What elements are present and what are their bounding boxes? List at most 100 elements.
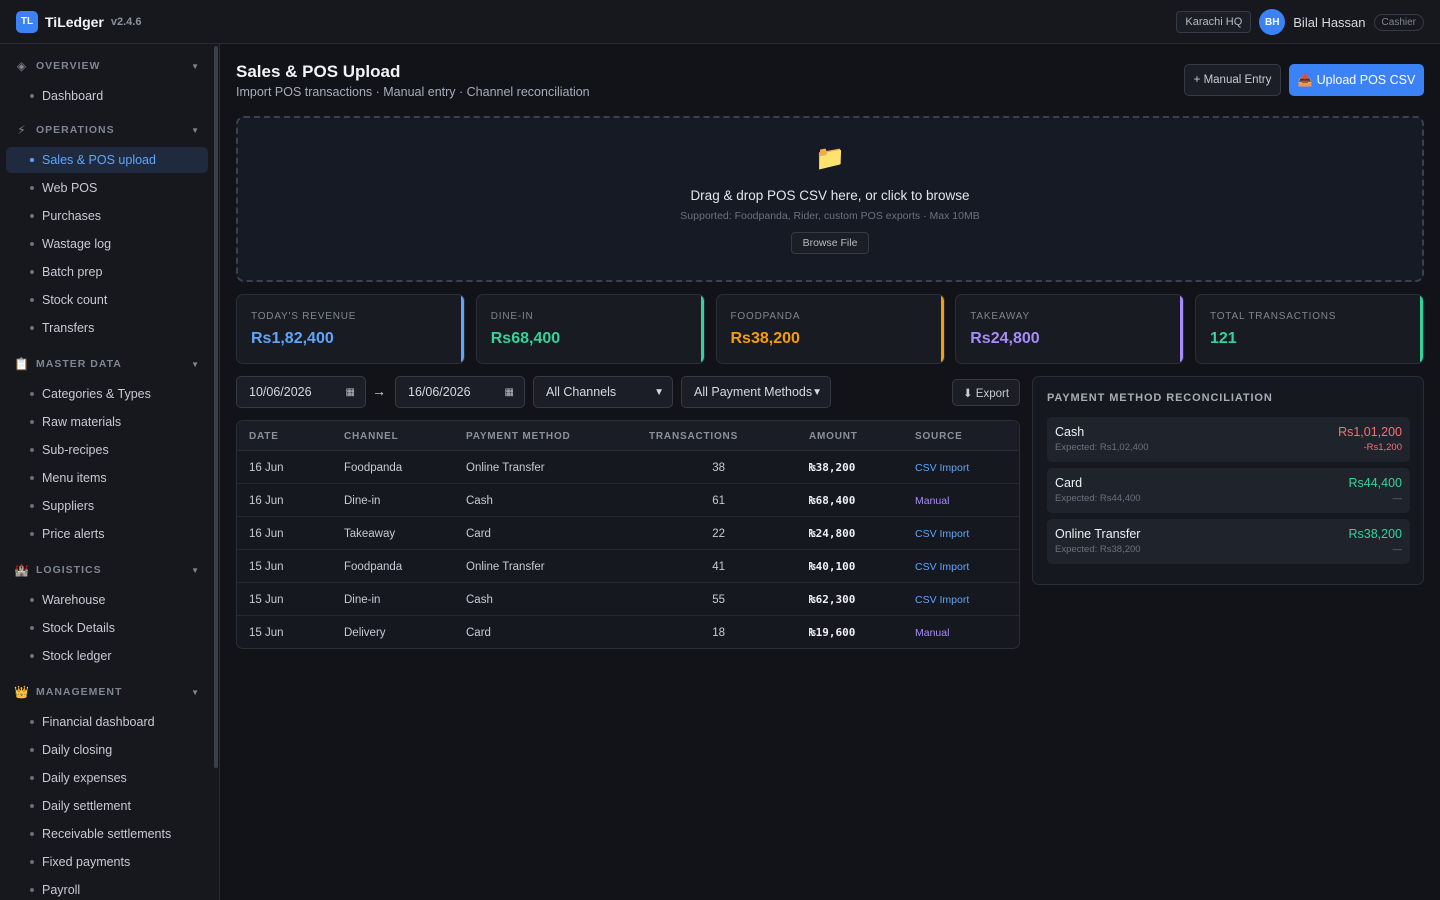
table-row[interactable]: 16 Jun Foodpanda Online Transfer 38 ₨38,200 C… (237, 451, 1019, 484)
chevron-down-icon[interactable]: ▼ (191, 62, 200, 71)
column-header-date[interactable]: DATE (249, 421, 279, 451)
sidebar-item-raw-materials[interactable]: Raw materials (6, 409, 208, 435)
dropzone-subtitle: Supported: Foodpanda, Rider, custom POS … (680, 210, 980, 222)
column-header-channel[interactable]: CHANNEL (344, 421, 399, 451)
table-row[interactable]: 16 Jun Dine-in Cash 61 ₨68,400 Manual (237, 484, 1019, 517)
section-title: MANAGEMENT (36, 686, 123, 698)
cell-source[interactable]: CSV Import (915, 451, 969, 484)
sidebar-item-suppliers[interactable]: Suppliers (6, 493, 208, 519)
sidebar-item-price-alerts[interactable]: Price alerts (6, 521, 208, 547)
sidebar-item-receivable-settlements[interactable]: Receivable settlements (6, 821, 208, 847)
cell-source[interactable]: CSV Import (915, 517, 969, 550)
sidebar-item-stock-ledger[interactable]: Stock ledger (6, 643, 208, 669)
sidebar-item-label: Warehouse (42, 593, 106, 607)
avatar[interactable]: BH (1259, 9, 1286, 35)
cell-payment: Card (466, 527, 491, 540)
date-to-value: 16/06/2026 (408, 385, 471, 399)
sidebar-section-master-data[interactable]: 📋 MASTER DATA ▼ (14, 354, 204, 374)
sidebar-section-management[interactable]: 👑 MANAGEMENT ▼ (14, 682, 204, 702)
date-to-input[interactable]: 16/06/2026 ▦ (395, 376, 525, 408)
sidebar-item-sub-recipes[interactable]: Sub-recipes (6, 437, 208, 463)
sidebar-item-transfers[interactable]: Transfers (6, 315, 208, 341)
sidebar-item-label: Purchases (42, 209, 102, 223)
bullet-icon (30, 298, 34, 302)
sidebar-item-stock-count[interactable]: Stock count (6, 287, 208, 313)
section-title: OPERATIONS (36, 124, 115, 136)
cell-transactions: 55 (712, 593, 725, 606)
stat-label: FOODPANDA (730, 311, 801, 322)
sidebar-item-dashboard[interactable]: Dashboard (6, 83, 208, 109)
sidebar-item-daily-closing[interactable]: Daily closing (6, 737, 208, 763)
branch-selector[interactable]: Karachi HQ (1176, 11, 1252, 33)
stat-label: TOTAL TRANSACTIONS (1210, 311, 1337, 322)
expected-amount: Expected: Rs44,400 (1055, 493, 1141, 504)
page-subtitle: Import POS transactions · Manual entry ·… (236, 85, 590, 99)
sidebar-item-menu-items[interactable]: Menu items (6, 465, 208, 491)
sidebar-scrollbar[interactable] (214, 46, 218, 768)
stat-accent-bar (1180, 295, 1184, 363)
sidebar-item-purchases[interactable]: Purchases (6, 203, 208, 229)
stat-label: TAKEAWAY (970, 311, 1030, 322)
cell-source[interactable]: CSV Import (915, 583, 969, 616)
sidebar-item-wastage-log[interactable]: Wastage log (6, 231, 208, 257)
reconciliation-row-cash[interactable]: Cash Expected: Rs1,02,400 Rs1,01,200 -Rs1,2… (1047, 417, 1410, 462)
sidebar-item-daily-expenses[interactable]: Daily expenses (6, 765, 208, 791)
sidebar-item-daily-settlement[interactable]: Daily settlement (6, 793, 208, 819)
cell-source[interactable]: Manual (915, 484, 949, 517)
sidebar-item-stock-details[interactable]: Stock Details (6, 615, 208, 641)
manual-entry-button[interactable]: + Manual Entry (1184, 64, 1281, 96)
table-row[interactable]: 15 Jun Foodpanda Online Transfer 41 ₨40,100 C… (237, 550, 1019, 583)
upload-pos-csv-button[interactable]: 📥 Upload POS CSV (1289, 64, 1424, 96)
column-header-payment-method[interactable]: PAYMENT METHOD (466, 421, 571, 451)
calendar-icon[interactable]: ▦ (505, 387, 514, 398)
sidebar-item-warehouse[interactable]: Warehouse (6, 587, 208, 613)
reconciliation-row-card[interactable]: Card Expected: Rs44,400 Rs44,400 — (1047, 468, 1410, 513)
payment-select-value: All Payment Methods (694, 385, 813, 399)
sidebar-item-label: Daily expenses (42, 771, 127, 785)
sidebar-item-label: Stock ledger (42, 649, 112, 663)
sidebar-item-batch-prep[interactable]: Batch prep (6, 259, 208, 285)
csv-dropzone[interactable]: 📁 Drag & drop POS CSV here, or click to … (236, 116, 1424, 282)
reconciliation-row-online-transfer[interactable]: Online Transfer Expected: Rs38,200 Rs38,20… (1047, 519, 1410, 564)
app-logo[interactable]: TL (16, 10, 38, 33)
chevron-down-icon[interactable]: ▼ (191, 688, 200, 697)
column-header-source[interactable]: SOURCE (915, 421, 963, 451)
channel-select[interactable]: All Channels ▼ (533, 376, 673, 408)
calendar-icon[interactable]: ▦ (346, 387, 355, 398)
bullet-icon (30, 94, 34, 98)
sidebar-item-web-pos[interactable]: Web POS (6, 175, 208, 201)
export-button[interactable]: ⬇ Export (952, 379, 1020, 406)
chevron-down-icon[interactable]: ▼ (191, 360, 200, 369)
stat-card-today-s-revenue: TODAY'S REVENUE Rs1,82,400 (236, 294, 465, 364)
cell-source[interactable]: CSV Import (915, 550, 969, 583)
cell-amount: ₨68,400 (809, 494, 856, 507)
sidebar-section-operations[interactable]: ⚡ OPERATIONS ▼ (14, 120, 204, 140)
date-from-input[interactable]: 10/06/2026 ▦ (236, 376, 366, 408)
sidebar-item-fixed-payments[interactable]: Fixed payments (6, 849, 208, 875)
sidebar-section-overview[interactable]: ◈ OVERVIEW ▼ (14, 56, 204, 76)
sidebar-item-payroll[interactable]: Payroll (6, 877, 208, 900)
table-row[interactable]: 15 Jun Dine-in Cash 55 ₨62,300 CSV Import (237, 583, 1019, 616)
app-name: TiLedger (45, 13, 104, 30)
browse-file-button[interactable]: Browse File (791, 232, 869, 254)
cell-source[interactable]: Manual (915, 616, 949, 648)
upload-label: Upload POS CSV (1316, 73, 1416, 87)
chevron-down-icon[interactable]: ▼ (191, 126, 200, 135)
sidebar-item-label: Stock count (42, 293, 108, 307)
header-right: Karachi HQ BH Bilal Hassan Cashier (1176, 0, 1424, 44)
payment-method-name: Cash (1055, 425, 1085, 439)
table-row[interactable]: 16 Jun Takeaway Card 22 ₨24,800 CSV Import (237, 517, 1019, 550)
sidebar-item-label: Wastage log (42, 237, 112, 251)
payment-method-select[interactable]: All Payment Methods ▼ (681, 376, 831, 408)
date-range-arrow: → (372, 383, 386, 399)
sidebar-item-categories-types[interactable]: Categories & Types (6, 381, 208, 407)
chevron-down-icon[interactable]: ▼ (191, 566, 200, 575)
column-header-transactions[interactable]: TRANSACTIONS (649, 421, 738, 451)
sidebar-section-logistics[interactable]: 🏰 LOGISTICS ▼ (14, 560, 204, 580)
cell-date: 16 Jun (249, 461, 284, 474)
sidebar-item-financial-dashboard[interactable]: Financial dashboard (6, 709, 208, 735)
sidebar-item-label: Fixed payments (42, 855, 131, 869)
column-header-amount[interactable]: AMOUNT (809, 421, 858, 451)
sidebar-item-sales-pos-upload[interactable]: Sales & POS upload (6, 147, 208, 173)
table-row[interactable]: 15 Jun Delivery Card 18 ₨19,600 Manual (237, 616, 1019, 648)
